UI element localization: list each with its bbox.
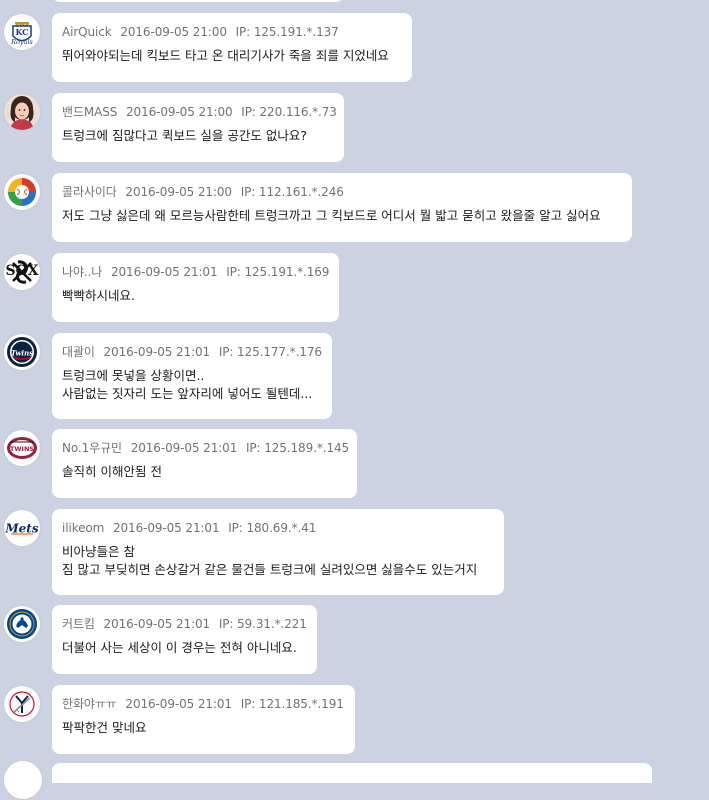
comment-bubble: 밴드MASS 2016-09-05 21:00 IP: 220.116.*.73… (52, 93, 344, 162)
comment-author[interactable]: 대괄이 (62, 345, 95, 359)
comment-datetime: 2016-09-05 21:00 (126, 105, 233, 119)
comment-line: 비아냥들은 참 (62, 544, 135, 559)
comment-bubble: 콜라사이다 2016-09-05 21:00 IP: 112.161.*.246… (52, 173, 632, 242)
comment-text: 트렁크에 짐많다고 퀵보드 실을 공간도 없나요? (62, 127, 334, 145)
comment-line: 빡빡하시네요. (62, 288, 135, 303)
comment-meta: 콜라사이다 2016-09-05 21:00 IP: 112.161.*.246 (62, 184, 622, 200)
svg-text:TWINS: TWINS (10, 445, 34, 453)
comment-text: 솔직히 이해안됨 전 (62, 463, 347, 481)
comment-meta: ilikeom 2016-09-05 21:01 IP: 180.69.*.41 (62, 520, 494, 536)
comment-meta: 커트킴 2016-09-05 21:01 IP: 59.31.*.221 (62, 616, 307, 632)
new-york-mets-logo-icon[interactable]: Mets (3, 509, 41, 547)
comment-meta: 밴드MASS 2016-09-05 21:00 IP: 220.116.*.73 (62, 104, 337, 120)
comment-line: 더불어 사는 세상이 이 경우는 전혀 아니네요. (62, 640, 297, 655)
comment-bubble: 나야..나 2016-09-05 21:01 IP: 125.191.*.169… (52, 253, 339, 322)
comment-datetime: 2016-09-05 21:01 (130, 441, 238, 455)
comment-meta: 대괄이 2016-09-05 21:01 IP: 125.177.*.176 (62, 344, 322, 360)
comment-text: 빡빡하시네요. (62, 287, 329, 305)
comment-datetime: 2016-09-05 21:01 (103, 617, 211, 631)
comment-line: 트렁크에 짐많다고 퀵보드 실을 공간도 없나요? (62, 128, 308, 143)
world-baseball-classic-logo-icon[interactable] (3, 173, 41, 211)
comment-line: 뛰어와야되는데 킥보드 타고 온 대리기사가 죽을 죄를 지었네요 (62, 48, 389, 63)
comment-line: 솔직히 이해안됨 전 (62, 464, 162, 479)
comment-datetime: 2016-09-05 21:01 (112, 521, 220, 535)
comment-author[interactable]: AirQuick (62, 25, 112, 39)
comment-datetime: 2016-09-05 21:01 (110, 265, 218, 279)
comment-line: 팍팍한건 맞네요 (62, 720, 147, 735)
comment-datetime: 2016-09-05 21:01 (125, 697, 232, 711)
comment-author[interactable]: ilikeom (62, 521, 104, 535)
comment-author[interactable]: 한화야ㅠㅠ (62, 697, 117, 711)
comment-ip: IP: 220.116.*.73 (241, 105, 337, 119)
svg-text:KC: KC (15, 27, 28, 37)
comment-meta: 한화야ㅠㅠ 2016-09-05 21:01 IP: 121.185.*.191 (62, 696, 345, 712)
comment-text: 트렁크에 못넣을 상황이면.. 사람없는 짓자리 도는 앞자리에 넣어도 될텐데… (62, 367, 322, 403)
comment-ip: IP: 125.191.*.169 (226, 265, 330, 279)
comment-text: 팍팍한건 맞네요 (62, 719, 345, 737)
comment-bubble: ilikeom 2016-09-05 21:01 IP: 180.69.*.41… (52, 509, 504, 595)
user-photo-avatar-icon[interactable] (3, 93, 41, 131)
svg-text:Royals: Royals (10, 38, 33, 46)
comment-author[interactable]: No.1우규민 (62, 441, 122, 455)
comment-meta: AirQuick 2016-09-05 21:00 IP: 125.191.*.… (62, 24, 402, 40)
comment-datetime: 2016-09-05 21:00 (120, 25, 227, 39)
comment-line: 사람없는 짓자리 도는 앞자리에 넣어도 될텐데... (62, 386, 313, 401)
comment-ip: IP: 125.189.*.145 (245, 441, 350, 455)
kansas-city-royals-logo-icon[interactable]: KC Royals (3, 13, 41, 51)
comment-text: 더불어 사는 세상이 이 경우는 전혀 아니네요. (62, 639, 307, 657)
comment-ip: IP: 112.161.*.246 (240, 185, 344, 199)
comment-text: 비아냥들은 참 짐 많고 부딪히면 손상갈거 같은 물건들 트렁크에 실려있으면… (62, 543, 494, 579)
comment-ip: IP: 180.69.*.41 (228, 521, 317, 535)
new-york-yankees-logo-icon[interactable] (3, 685, 41, 723)
comment-line: 저도 그냥 싫은데 왜 모르능사람한테 트렁크까고 그 킥보드로 어디서 뭘 밟… (62, 208, 601, 223)
comment-line: 트렁크에 못넣을 상황이면.. (62, 368, 205, 383)
next-comment-bubble (52, 763, 652, 783)
svg-text:Twins: Twins (11, 349, 33, 358)
lg-twins-logo-icon[interactable]: TWINS (3, 429, 41, 467)
comment-meta: 나야..나 2016-09-05 21:01 IP: 125.191.*.169 (62, 264, 329, 280)
comment-ip: IP: 125.191.*.137 (235, 25, 339, 39)
previous-comment-bubble (52, 0, 344, 2)
comment-ip: IP: 121.185.*.191 (240, 697, 344, 711)
comment-author[interactable]: 나야..나 (62, 265, 102, 279)
comment-author[interactable]: 커트킴 (62, 617, 95, 631)
comment-author[interactable]: 콜라사이다 (62, 185, 117, 199)
comment-bubble: 커트킴 2016-09-05 21:01 IP: 59.31.*.221 더불어… (52, 605, 317, 674)
chelsea-fc-crest-icon[interactable] (3, 605, 41, 643)
comment-ip: IP: 59.31.*.221 (218, 617, 307, 631)
comment-datetime: 2016-09-05 21:00 (125, 185, 232, 199)
comment-datetime: 2016-09-05 21:01 (103, 345, 211, 359)
comment-bubble: 한화야ㅠㅠ 2016-09-05 21:01 IP: 121.185.*.191… (52, 685, 355, 754)
comment-bubble: 대괄이 2016-09-05 21:01 IP: 125.177.*.176 트… (52, 333, 332, 419)
comment-line: 짐 많고 부딪히면 손상갈거 같은 물건들 트렁크에 실려있으면 싫을수도 있는… (62, 562, 478, 577)
comment-author[interactable]: 밴드MASS (62, 105, 117, 119)
comment-bubble: AirQuick 2016-09-05 21:00 IP: 125.191.*.… (52, 13, 412, 82)
comment-ip: IP: 125.177.*.176 (218, 345, 322, 359)
minnesota-twins-logo-icon[interactable]: Twins (3, 333, 41, 371)
comment-text: 뛰어와야되는데 킥보드 타고 온 대리기사가 죽을 죄를 지었네요 (62, 47, 402, 65)
next-comment-avatar (3, 760, 43, 800)
comment-meta: No.1우규민 2016-09-05 21:01 IP: 125.189.*.1… (62, 440, 350, 456)
comment-text: 저도 그냥 싫은데 왜 모르능사람한테 트렁크까고 그 킥보드로 어디서 뭘 밟… (62, 207, 622, 225)
comment-bubble: No.1우규민 2016-09-05 21:01 IP: 125.189.*.1… (52, 429, 357, 498)
chicago-white-sox-logo-icon[interactable]: SOX (3, 253, 41, 291)
